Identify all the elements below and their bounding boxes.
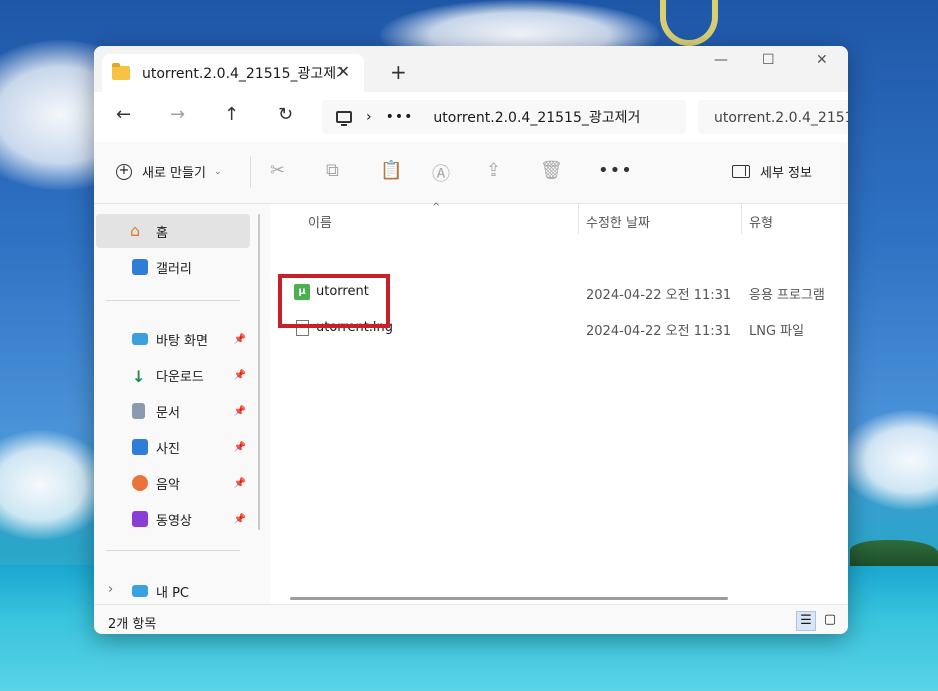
horizontal-scrollbar[interactable]	[290, 597, 728, 600]
sidebar-item-downloads[interactable]: ↓ 다운로드 📌	[96, 358, 250, 392]
new-button[interactable]: + 새로 만들기 ⌄	[116, 162, 221, 181]
sidebar-divider	[106, 300, 240, 301]
highlight-box	[278, 274, 390, 328]
sidebar-item-gallery[interactable]: 갤러리	[96, 250, 250, 284]
sidebar-item-label: 바탕 화면	[156, 333, 208, 349]
music-icon	[132, 475, 148, 491]
file-explorer-window: utorrent.2.0.4_21515_광고제거 ✕ + — ☐ ✕ ← → …	[94, 46, 848, 634]
details-label: 세부 정보	[760, 166, 812, 181]
chevron-down-icon: ⌄	[213, 166, 222, 177]
sidebar-item-label: 다운로드	[156, 369, 204, 385]
new-tab-button[interactable]: +	[390, 60, 407, 84]
file-date: 2024-04-22 오전 11:31	[586, 288, 732, 303]
file-type: LNG 파일	[749, 324, 805, 339]
sidebar-item-label: 홈	[156, 225, 168, 241]
sidebar-item-label: 사진	[156, 441, 180, 457]
expand-chevron-icon[interactable]: ›	[108, 582, 113, 597]
forward-button[interactable]: →	[170, 104, 185, 125]
details-view-button[interactable]: ☰	[796, 611, 816, 631]
folder-icon	[112, 63, 130, 80]
sidebar-item-music[interactable]: 음악 📌	[96, 466, 250, 500]
minimize-button[interactable]: —	[714, 52, 728, 68]
sidebar-scrollbar[interactable]	[258, 214, 260, 530]
file-date: 2024-04-22 오전 11:31	[586, 324, 732, 339]
tab-title: utorrent.2.0.4_21515_광고제거	[142, 66, 342, 82]
sidebar-divider	[106, 550, 240, 551]
sidebar-item-videos[interactable]: 동영상 📌	[96, 502, 250, 536]
sort-ascending-icon: ^	[432, 202, 441, 213]
command-bar: + 새로 만들기 ⌄ ✂ ⧉ 📋 Ⓐ ⇪ 🗑 ••• 세부 정보	[94, 142, 848, 204]
tiles-view-button[interactable]: ▢	[820, 611, 840, 631]
details-button[interactable]: 세부 정보	[732, 162, 812, 181]
delete-icon[interactable]: 🗑	[540, 160, 563, 181]
home-icon: ⌂	[130, 221, 141, 240]
copy-icon[interactable]: ⧉	[326, 160, 339, 181]
refresh-button[interactable]: ↻	[278, 104, 293, 125]
sidebar-item-pictures[interactable]: 사진 📌	[96, 430, 250, 464]
sidebar-item-label: 갤러리	[156, 261, 192, 277]
rename-icon[interactable]: Ⓐ	[432, 160, 450, 186]
sidebar-item-label: 내 PC	[156, 585, 190, 601]
back-button[interactable]: ←	[116, 104, 131, 125]
title-bar: utorrent.2.0.4_21515_광고제거 ✕ + — ☐ ✕	[94, 46, 848, 92]
document-icon	[132, 403, 145, 419]
kite	[660, 0, 718, 46]
desktop-icon	[132, 333, 148, 345]
pin-icon[interactable]: 📌	[234, 442, 246, 453]
search-input[interactable]: utorrent.2.0.4_21515_광고제거	[698, 100, 848, 134]
share-icon[interactable]: ⇪	[486, 160, 501, 181]
gallery-icon	[132, 259, 148, 275]
address-bar[interactable]: › ••• utorrent.2.0.4_21515_광고제거	[322, 100, 686, 134]
island	[850, 540, 938, 566]
column-header-type[interactable]: 유형	[749, 212, 773, 231]
address-path[interactable]: utorrent.2.0.4_21515_광고제거	[433, 107, 640, 127]
close-button[interactable]: ✕	[816, 52, 828, 68]
download-icon: ↓	[132, 367, 146, 386]
sidebar-item-this-pc[interactable]: › 내 PC	[96, 574, 250, 608]
tab-active[interactable]: utorrent.2.0.4_21515_광고제거 ✕	[102, 54, 364, 92]
navigation-pane: ⌂ 홈 갤러리 바탕 화면 📌 ↓ 다운로드 📌 문서 📌 사진 📌 음악 📌 …	[94, 204, 270, 604]
this-pc-icon	[336, 111, 352, 126]
file-type: 응용 프로그램	[749, 288, 825, 303]
pin-icon[interactable]: 📌	[234, 514, 246, 525]
sidebar-item-documents[interactable]: 문서 📌	[96, 394, 250, 428]
new-label: 새로 만들기	[142, 166, 206, 181]
details-pane-icon	[732, 165, 750, 178]
sidebar-item-label: 문서	[156, 405, 180, 421]
up-button[interactable]: ↑	[224, 104, 239, 125]
pin-icon[interactable]: 📌	[234, 370, 246, 381]
paste-icon[interactable]: 📋	[380, 160, 402, 181]
videos-icon	[132, 511, 148, 527]
sidebar-item-label: 동영상	[156, 513, 192, 529]
pictures-icon	[132, 439, 148, 455]
address-overflow-button[interactable]: •••	[386, 109, 414, 125]
sidebar-item-desktop[interactable]: 바탕 화면 📌	[96, 322, 250, 356]
navigation-bar: ← → ↑ ↻ › ••• utorrent.2.0.4_21515_광고제거 …	[94, 92, 848, 142]
chevron-right-icon[interactable]: ›	[366, 109, 372, 125]
column-divider	[578, 204, 579, 234]
column-header-name[interactable]: 이름	[308, 212, 332, 231]
sidebar-item-label: 음악	[156, 477, 180, 493]
item-count: 2개 항목	[108, 617, 157, 632]
pin-icon[interactable]: 📌	[234, 406, 246, 417]
file-list: ^ 이름 수정한 날짜 유형 μ utorrent 2024-04-22 오전 …	[270, 202, 848, 604]
pin-icon[interactable]: 📌	[234, 478, 246, 489]
pin-icon[interactable]: 📌	[234, 334, 246, 345]
status-bar: 2개 항목 ☰ ▢	[94, 604, 848, 634]
column-divider	[741, 204, 742, 234]
maximize-button[interactable]: ☐	[762, 52, 775, 68]
sidebar-item-home[interactable]: ⌂ 홈	[96, 214, 250, 248]
plus-icon: +	[116, 163, 132, 180]
this-pc-icon	[132, 585, 148, 597]
tab-close-button[interactable]: ✕	[337, 62, 350, 81]
cloud	[840, 410, 938, 510]
more-options-button[interactable]: •••	[598, 160, 633, 181]
toolbar-divider	[250, 156, 251, 188]
cut-icon[interactable]: ✂	[270, 160, 285, 181]
column-header-date[interactable]: 수정한 날짜	[586, 212, 650, 231]
